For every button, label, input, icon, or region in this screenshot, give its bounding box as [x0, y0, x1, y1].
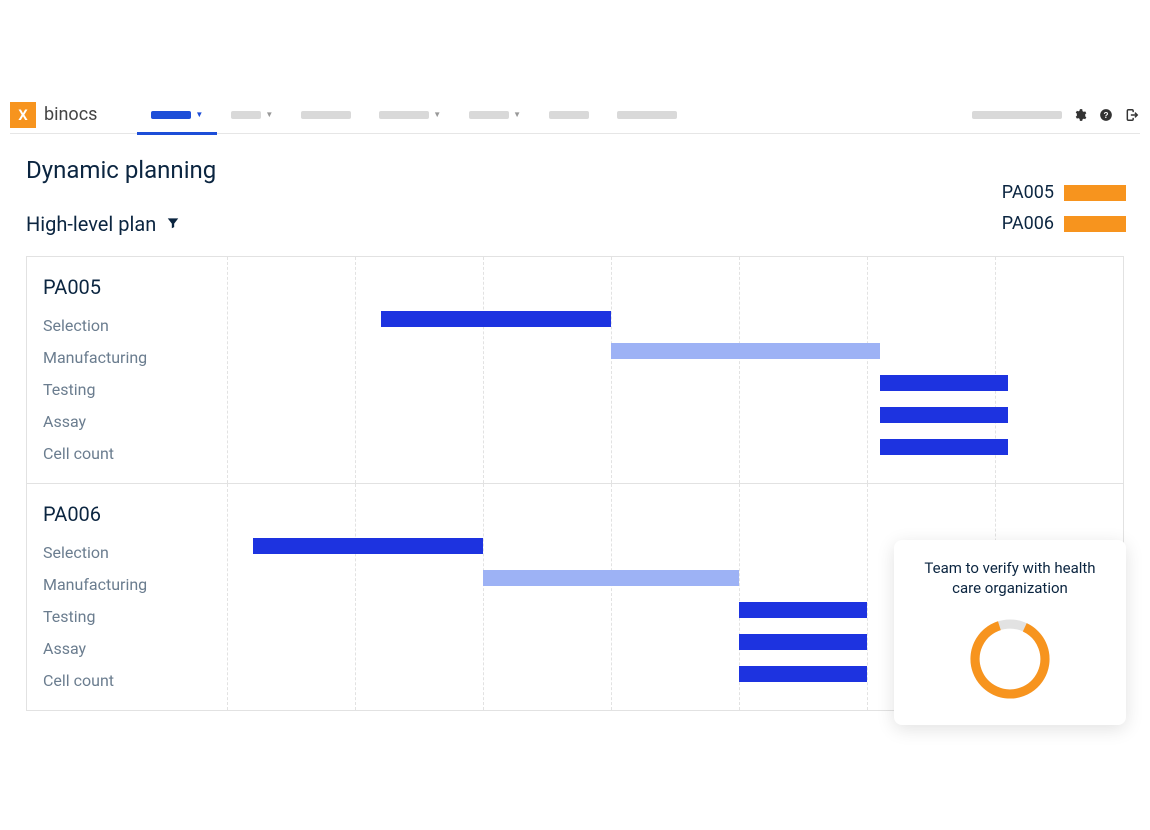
topbar-placeholder [972, 111, 1062, 119]
legend: PA005 PA006 [1002, 182, 1126, 234]
nav-pill [469, 111, 509, 119]
filter-icon[interactable] [166, 215, 180, 234]
gantt-bar[interactable] [880, 407, 1008, 423]
page-title: Dynamic planning [26, 156, 216, 184]
gantt-bar[interactable] [483, 570, 739, 586]
nav-pill [151, 111, 191, 119]
nav-pill [549, 111, 589, 119]
gantt-bars [227, 309, 1123, 469]
gantt-row-label: Testing [27, 380, 227, 399]
chevron-down-icon: ▼ [195, 110, 203, 119]
brand-name: binocs [44, 104, 97, 125]
legend-row-1: PA006 [1002, 213, 1126, 234]
gantt-row-label: Cell count [27, 444, 227, 463]
nav-item-0[interactable]: ▼ [137, 96, 217, 134]
gantt-row-label: Cell count [27, 671, 227, 690]
gantt-bar[interactable] [253, 538, 483, 554]
gantt-row-label: Assay [27, 412, 227, 431]
nav-item-3[interactable]: ▼ [365, 96, 455, 134]
legend-swatch [1064, 216, 1126, 232]
nav-item-2[interactable] [287, 96, 365, 134]
progress-card: Team to verify with health care organiza… [894, 540, 1126, 725]
subtitle: High-level plan [26, 212, 156, 236]
gantt-row-label: Manufacturing [27, 348, 227, 367]
gantt-bar[interactable] [739, 666, 867, 682]
nav-item-5[interactable] [535, 96, 603, 134]
chevron-down-icon: ▼ [433, 110, 441, 119]
gantt-row-label: Selection [27, 543, 227, 562]
nav-item-1[interactable]: ▼ [217, 96, 287, 134]
legend-label: PA006 [1002, 213, 1054, 234]
svg-text:?: ? [1104, 110, 1109, 119]
logout-icon[interactable] [1124, 107, 1140, 123]
gantt-row-label: Selection [27, 316, 227, 335]
progress-donut [964, 613, 1056, 705]
gantt-bar[interactable] [739, 634, 867, 650]
help-icon[interactable]: ? [1098, 107, 1114, 123]
nav-item-6[interactable] [603, 96, 691, 134]
gantt-row-label: Assay [27, 639, 227, 658]
gantt-bar[interactable] [880, 375, 1008, 391]
gantt-bar[interactable] [880, 439, 1008, 455]
subtitle-row: High-level plan [26, 212, 180, 236]
nav-pill [379, 111, 429, 119]
nav-pill [617, 111, 677, 119]
brand-logo: X [10, 102, 36, 128]
gantt-bar[interactable] [739, 602, 867, 618]
progress-card-title: Team to verify with health care organiza… [914, 558, 1106, 599]
nav-item-4[interactable]: ▼ [455, 96, 535, 134]
gantt-group-PA005: PA005SelectionManufacturingTestingAssayC… [27, 257, 1123, 483]
chevron-down-icon: ▼ [513, 110, 521, 119]
nav-pill [231, 111, 261, 119]
legend-row-0: PA005 [1002, 182, 1126, 203]
nav-pill [301, 111, 351, 119]
topbar: X binocs ▼ ▼ ▼ ▼ ? [10, 96, 1140, 134]
chevron-down-icon: ▼ [265, 110, 273, 119]
legend-swatch [1064, 185, 1126, 201]
gantt-bar[interactable] [381, 311, 611, 327]
gantt-row-label: Manufacturing [27, 575, 227, 594]
gantt-bar[interactable] [611, 343, 880, 359]
gear-icon[interactable] [1072, 107, 1088, 123]
gantt-row-label: Testing [27, 607, 227, 626]
topbar-right: ? [972, 107, 1140, 123]
legend-label: PA005 [1002, 182, 1054, 203]
